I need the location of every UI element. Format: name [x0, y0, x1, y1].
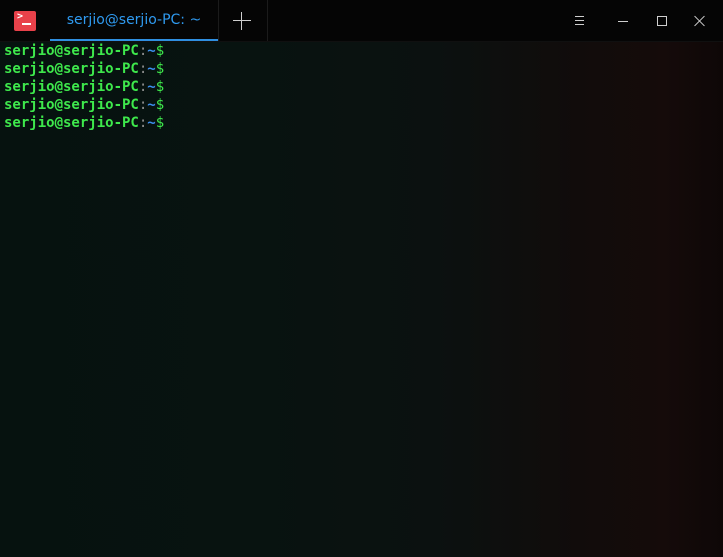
prompt-line: serjio@serjio-PC:~$ — [4, 60, 719, 78]
title-bar: > serjio@serjio-PC: ~ — [0, 0, 723, 42]
cursor-glyph — [22, 23, 31, 25]
minimize-button[interactable] — [612, 10, 634, 32]
menu-icon-bar — [575, 20, 584, 21]
user-host: serjio@serjio-PC — [4, 97, 139, 113]
terminal-window: > serjio@serjio-PC: ~ serjio@serjio-PC:~… — [0, 0, 723, 557]
user-host: serjio@serjio-PC — [4, 43, 139, 59]
tab-divider — [218, 0, 219, 41]
terminal-icon[interactable]: > — [14, 11, 36, 31]
menu-icon — [575, 16, 584, 17]
terminal-output[interactable]: serjio@serjio-PC:~$ serjio@serjio-PC:~$ … — [4, 42, 719, 552]
tab-label: serjio@serjio-PC: ~ — [66, 12, 202, 28]
prompt-glyph: > — [17, 11, 24, 22]
plus-icon — [233, 20, 251, 21]
prompt-symbol: $ — [155, 61, 165, 77]
maximize-icon — [657, 16, 667, 26]
current-path: ~ — [147, 97, 156, 113]
current-path: ~ — [147, 61, 156, 77]
minimize-icon — [618, 21, 628, 22]
current-path: ~ — [147, 115, 156, 131]
current-path: ~ — [147, 79, 156, 95]
user-host: serjio@serjio-PC — [4, 61, 139, 77]
menu-button[interactable] — [569, 10, 591, 32]
prompt-line: serjio@serjio-PC:~$ — [4, 114, 719, 132]
prompt-symbol: $ — [155, 79, 165, 95]
prompt-symbol: $ — [155, 97, 165, 113]
menu-icon-bar — [575, 24, 584, 25]
prompt-line: serjio@serjio-PC:~$ — [4, 42, 719, 60]
prompt-symbol: $ — [155, 43, 165, 59]
plus-icon-stroke — [241, 12, 242, 30]
user-host: serjio@serjio-PC — [4, 115, 139, 131]
user-host: serjio@serjio-PC — [4, 79, 139, 95]
close-button[interactable] — [689, 10, 711, 32]
current-path: ~ — [147, 43, 156, 59]
prompt-line: serjio@serjio-PC:~$ — [4, 96, 719, 114]
tab-terminal[interactable]: serjio@serjio-PC: ~ — [50, 0, 218, 41]
prompt-line: serjio@serjio-PC:~$ — [4, 78, 719, 96]
maximize-button[interactable] — [651, 10, 673, 32]
add-tab-button[interactable] — [233, 12, 251, 30]
prompt-symbol: $ — [155, 115, 165, 131]
tab-divider — [267, 0, 268, 41]
